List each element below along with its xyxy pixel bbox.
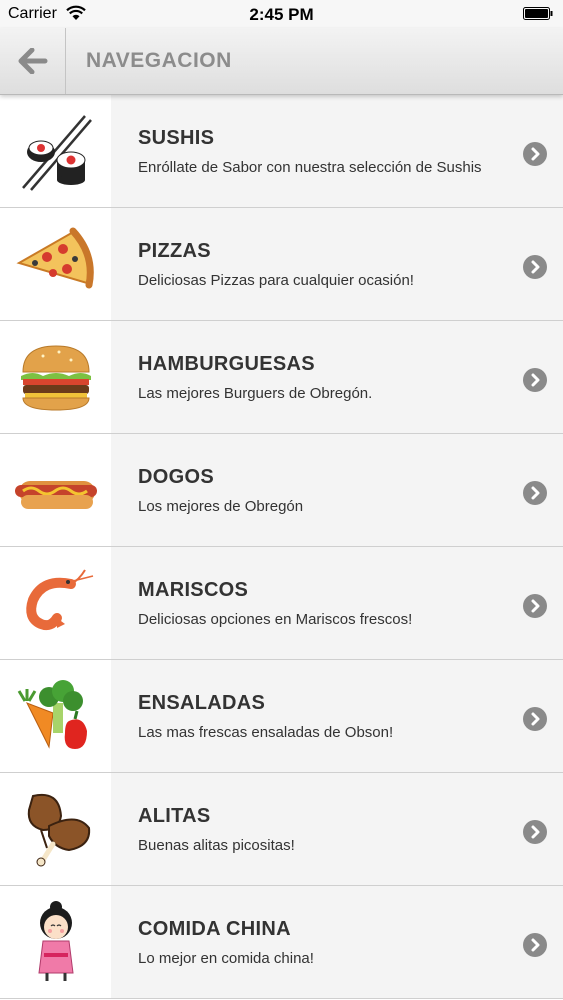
thumbnail: [0, 95, 111, 207]
thumbnail: [0, 321, 111, 433]
item-title: SUSHIS: [138, 127, 215, 149]
chevron-right-icon: [523, 142, 547, 166]
item-subtitle: Las mas frescas ensaladas de Obson!: [138, 724, 394, 741]
item-title: HAMBURGUESAS: [138, 353, 315, 375]
list-item-dogos[interactable]: DOGOS Los mejores de Obregón: [0, 434, 563, 547]
thumbnail: [0, 547, 111, 659]
list-item-sushis[interactable]: SUSHIS Enróllate de Sabor con nuestra se…: [0, 95, 563, 208]
salad-icon: [17, 680, 87, 749]
item-title: ALITAS: [138, 805, 211, 827]
item-subtitle: Deliciosas opciones en Mariscos frescos!: [138, 611, 413, 628]
chicken-wings-icon: [27, 794, 90, 867]
list-item-mariscos[interactable]: MARISCOS Deliciosas opciones en Mariscos…: [0, 547, 563, 660]
item-title: PIZZAS: [138, 240, 211, 262]
status-bar: Carrier 2:45 PM: [0, 0, 563, 28]
chevron-right-icon: [523, 368, 547, 392]
category-list: SUSHIS Enróllate de Sabor con nuestra se…: [0, 95, 563, 999]
item-subtitle: Enróllate de Sabor con nuestra selección…: [138, 159, 482, 176]
chevron-right-icon: [523, 707, 547, 731]
thumbnail: [0, 773, 111, 885]
chevron-right-icon: [523, 933, 547, 957]
thumbnail: [0, 434, 111, 546]
chevron-right-icon: [523, 594, 547, 618]
list-item-hamburguesas[interactable]: HAMBURGUESAS Las mejores Burguers de Obr…: [0, 321, 563, 434]
list-item-comida-china[interactable]: COMIDA CHINA Lo mejor en comida china!: [0, 886, 563, 999]
chinese-doll-icon: [37, 901, 74, 981]
item-subtitle: Buenas alitas picositas!: [138, 837, 295, 854]
list-item-pizzas[interactable]: PIZZAS Deliciosas Pizzas para cualquier …: [0, 208, 563, 321]
navigation-bar: NAVEGACION: [0, 28, 563, 95]
item-subtitle: Las mejores Burguers de Obregón.: [138, 385, 373, 402]
list-item-ensaladas[interactable]: ENSALADAS Las mas frescas ensaladas de O…: [0, 660, 563, 773]
status-time: 2:45 PM: [249, 5, 314, 24]
thumbnail: [0, 886, 111, 998]
chevron-right-icon: [523, 481, 547, 505]
back-button[interactable]: [0, 28, 66, 94]
item-title: MARISCOS: [138, 579, 249, 601]
battery-icon: [523, 7, 553, 20]
burger-icon: [20, 345, 91, 411]
thumbnail: [0, 208, 111, 320]
pizza-icon: [15, 227, 94, 289]
item-subtitle: Los mejores de Obregón: [138, 498, 304, 515]
list-item-alitas[interactable]: ALITAS Buenas alitas picositas!: [0, 773, 563, 886]
page-title: NAVEGACION: [86, 49, 232, 72]
item-title: ENSALADAS: [138, 692, 266, 714]
hotdog-icon: [14, 481, 97, 509]
item-subtitle: Deliciosas Pizzas para cualquier ocasión…: [138, 272, 414, 289]
thumbnail: [0, 660, 111, 772]
sushi-icon: [21, 115, 92, 191]
item-subtitle: Lo mejor en comida china!: [138, 950, 314, 967]
chevron-right-icon: [523, 820, 547, 844]
item-title: COMIDA CHINA: [138, 918, 291, 940]
chevron-right-icon: [523, 255, 547, 279]
shrimp-icon: [25, 569, 93, 631]
arrow-left-icon: [18, 48, 47, 74]
item-title: DOGOS: [138, 466, 214, 488]
